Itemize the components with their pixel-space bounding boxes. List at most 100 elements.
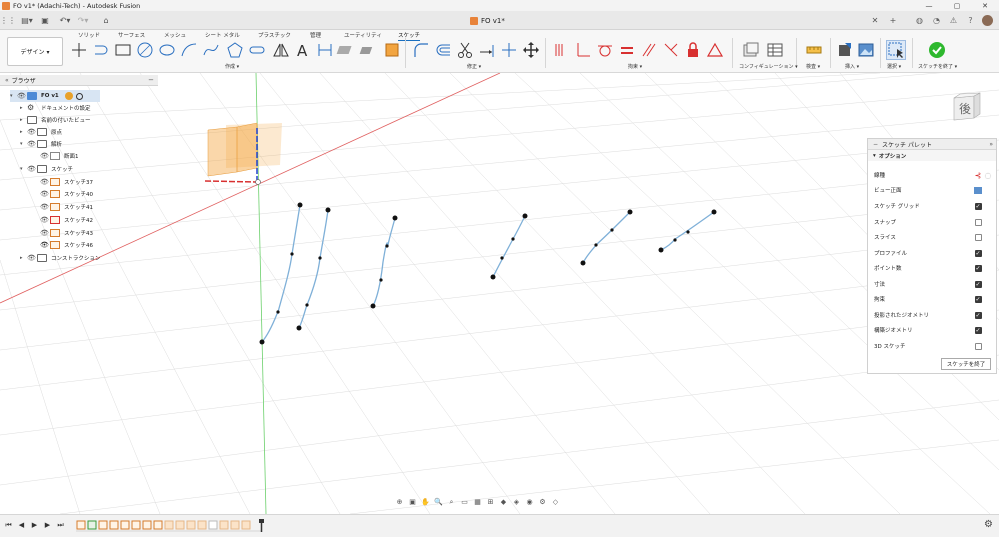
close-tab-icon[interactable]: ✕	[870, 14, 880, 27]
text-tool[interactable]: A	[294, 41, 312, 60]
new-tab-icon[interactable]: +	[888, 14, 898, 27]
look-at-nav-icon[interactable]: ▣	[408, 498, 417, 507]
equal-constraint-tool[interactable]	[618, 41, 636, 59]
dimensions-checkbox[interactable]: ✓	[974, 280, 982, 288]
tab-utilities[interactable]: ユーティリティ	[344, 31, 382, 39]
timeline-settings-gear-icon[interactable]: ⚙	[984, 519, 993, 530]
tree-item-root[interactable]: ▾ 👁 FO v1	[10, 90, 100, 102]
timeline-last-icon[interactable]: ⏭	[56, 520, 65, 530]
effects-icon[interactable]: ◉	[525, 498, 534, 507]
help-icon[interactable]: ?	[965, 15, 976, 26]
eye-icon[interactable]: 👁	[17, 92, 27, 100]
eye-icon[interactable]: 👁	[27, 254, 37, 262]
eye-icon[interactable]: 👁	[40, 152, 50, 160]
inspect-group-label[interactable]: 検査 ▾	[806, 63, 820, 70]
expand-arrow-icon[interactable]: ▸	[20, 117, 27, 123]
ellipse-tool[interactable]	[158, 41, 176, 59]
tree-item-sketch41[interactable]: 👁 スケッチ41	[40, 201, 93, 213]
timeline-features[interactable]	[76, 519, 276, 533]
finish-sketch-button[interactable]	[928, 41, 946, 59]
trim-tool[interactable]	[456, 41, 474, 59]
workspace-design-button[interactable]: デザイン ▾	[7, 37, 63, 66]
redo-icon[interactable]: ↷▾	[76, 14, 90, 27]
close-button[interactable]: ✕	[971, 0, 999, 11]
tree-item-sketch43[interactable]: 👁 スケッチ43	[40, 227, 93, 239]
eye-icon[interactable]: 👁	[40, 178, 50, 186]
user-avatar[interactable]	[982, 15, 993, 26]
viewports-icon[interactable]: ⊞	[486, 498, 495, 507]
configure-group-label[interactable]: コンフィギュレーション ▾	[739, 63, 798, 70]
tree-item-construction[interactable]: ▸ 👁 コンストラクション	[20, 252, 100, 264]
document-tab[interactable]: FO v1*	[470, 14, 505, 28]
coincident-constraint-tool[interactable]	[662, 41, 680, 59]
modify-group-label[interactable]: 修正 ▾	[467, 63, 481, 70]
timeline-play-icon[interactable]: ▶	[30, 520, 39, 530]
centerline-icon[interactable]: ◌	[984, 171, 992, 180]
arc-tool[interactable]	[180, 41, 198, 59]
3d-sketch-checkbox[interactable]	[974, 342, 982, 350]
environment-icon[interactable]: ◆	[499, 498, 508, 507]
tab-solid[interactable]: ソリッド	[78, 31, 100, 39]
eye-visible-icon[interactable]: 👁	[40, 241, 50, 249]
dimension-tool[interactable]	[316, 41, 334, 59]
expand-arrow-icon[interactable]: ▸	[20, 255, 27, 261]
polygon-tool[interactable]	[226, 41, 244, 59]
expand-arrow-icon[interactable]: ▾	[20, 141, 27, 147]
tree-item-analysis[interactable]: ▾ 👁 解析	[20, 138, 62, 150]
camera-icon[interactable]: ◇	[551, 498, 560, 507]
object-visibility-icon[interactable]: ⚙	[538, 498, 547, 507]
slot-arc-tool[interactable]	[92, 41, 110, 59]
measure-tool[interactable]	[805, 41, 823, 59]
tab-plastic[interactable]: プラスチック	[258, 31, 291, 39]
tree-item-sketch46[interactable]: 👁 スケッチ46	[40, 239, 93, 251]
look-at-icon[interactable]	[974, 186, 982, 194]
zoom-icon[interactable]: 🔍	[434, 498, 443, 507]
slice-checkbox[interactable]	[974, 233, 982, 241]
spline-tool[interactable]	[202, 41, 220, 59]
file-menu-icon[interactable]: ▤▾	[18, 14, 36, 27]
expand-arrow-icon[interactable]: ▸	[20, 105, 27, 111]
construction-line-icon[interactable]: ⊰	[974, 171, 982, 180]
mirror-tool[interactable]	[272, 41, 290, 59]
lock-constraint-tool[interactable]	[684, 41, 702, 59]
triangle-constraint-tool[interactable]	[706, 41, 724, 59]
tree-item-sketch40[interactable]: 👁 スケッチ40	[40, 188, 93, 200]
grid-settings-icon[interactable]: ▦	[473, 498, 482, 507]
perpendicular-constraint-tool[interactable]	[574, 41, 592, 59]
insert-group-label[interactable]: 挿入 ▾	[845, 63, 859, 70]
tab-sketch[interactable]: スケッチ	[398, 31, 421, 41]
palette-finish-sketch-button[interactable]: スケッチを終了	[941, 358, 991, 370]
parallel-constraint-tool[interactable]	[640, 41, 658, 59]
save-icon[interactable]: ▣	[40, 14, 50, 27]
zoom-window-icon[interactable]: ⌕	[447, 498, 456, 507]
display-settings-icon[interactable]: ▭	[460, 498, 469, 507]
orbit-icon[interactable]: ⊕	[395, 498, 404, 507]
pan-icon[interactable]: ✋	[421, 498, 430, 507]
snap-checkbox[interactable]	[974, 218, 982, 226]
eye-icon[interactable]: 👁	[40, 229, 50, 237]
eye-icon[interactable]: 👁	[40, 203, 50, 211]
expand-arrow-icon[interactable]: ▸	[20, 129, 27, 135]
project-tool[interactable]	[336, 41, 356, 59]
finish-group-label[interactable]: スケッチを終了 ▾	[918, 63, 957, 70]
intersect-tool[interactable]	[359, 41, 378, 59]
offset-tool[interactable]	[434, 41, 452, 59]
extend-tool[interactable]	[478, 41, 496, 59]
points-checkbox[interactable]: ✓	[974, 264, 982, 272]
activate-radio-icon[interactable]	[75, 92, 83, 100]
tab-surface[interactable]: サーフェス	[118, 31, 145, 39]
select-group-label[interactable]: 選択 ▾	[887, 63, 901, 70]
fillet-tool[interactable]	[412, 41, 430, 59]
tree-item-sketches[interactable]: ▾ 👁 スケッチ	[20, 163, 73, 175]
tab-sheet-metal[interactable]: シート メタル	[205, 31, 240, 39]
tree-item-origin[interactable]: ▸ 👁 原点	[20, 126, 62, 138]
expand-arrow-icon[interactable]: ▾	[20, 166, 27, 172]
expand-panel-icon[interactable]: »	[989, 141, 993, 148]
visual-style-icon[interactable]: ◈	[512, 498, 521, 507]
move-tool[interactable]	[522, 41, 540, 59]
sketch-palette-tool[interactable]	[383, 41, 401, 59]
constraints-checkbox[interactable]: ✓	[974, 295, 982, 303]
collapse-icon[interactable]: −	[873, 141, 878, 148]
minimize-button[interactable]: —	[915, 0, 943, 11]
eye-icon[interactable]: 👁	[27, 165, 37, 173]
